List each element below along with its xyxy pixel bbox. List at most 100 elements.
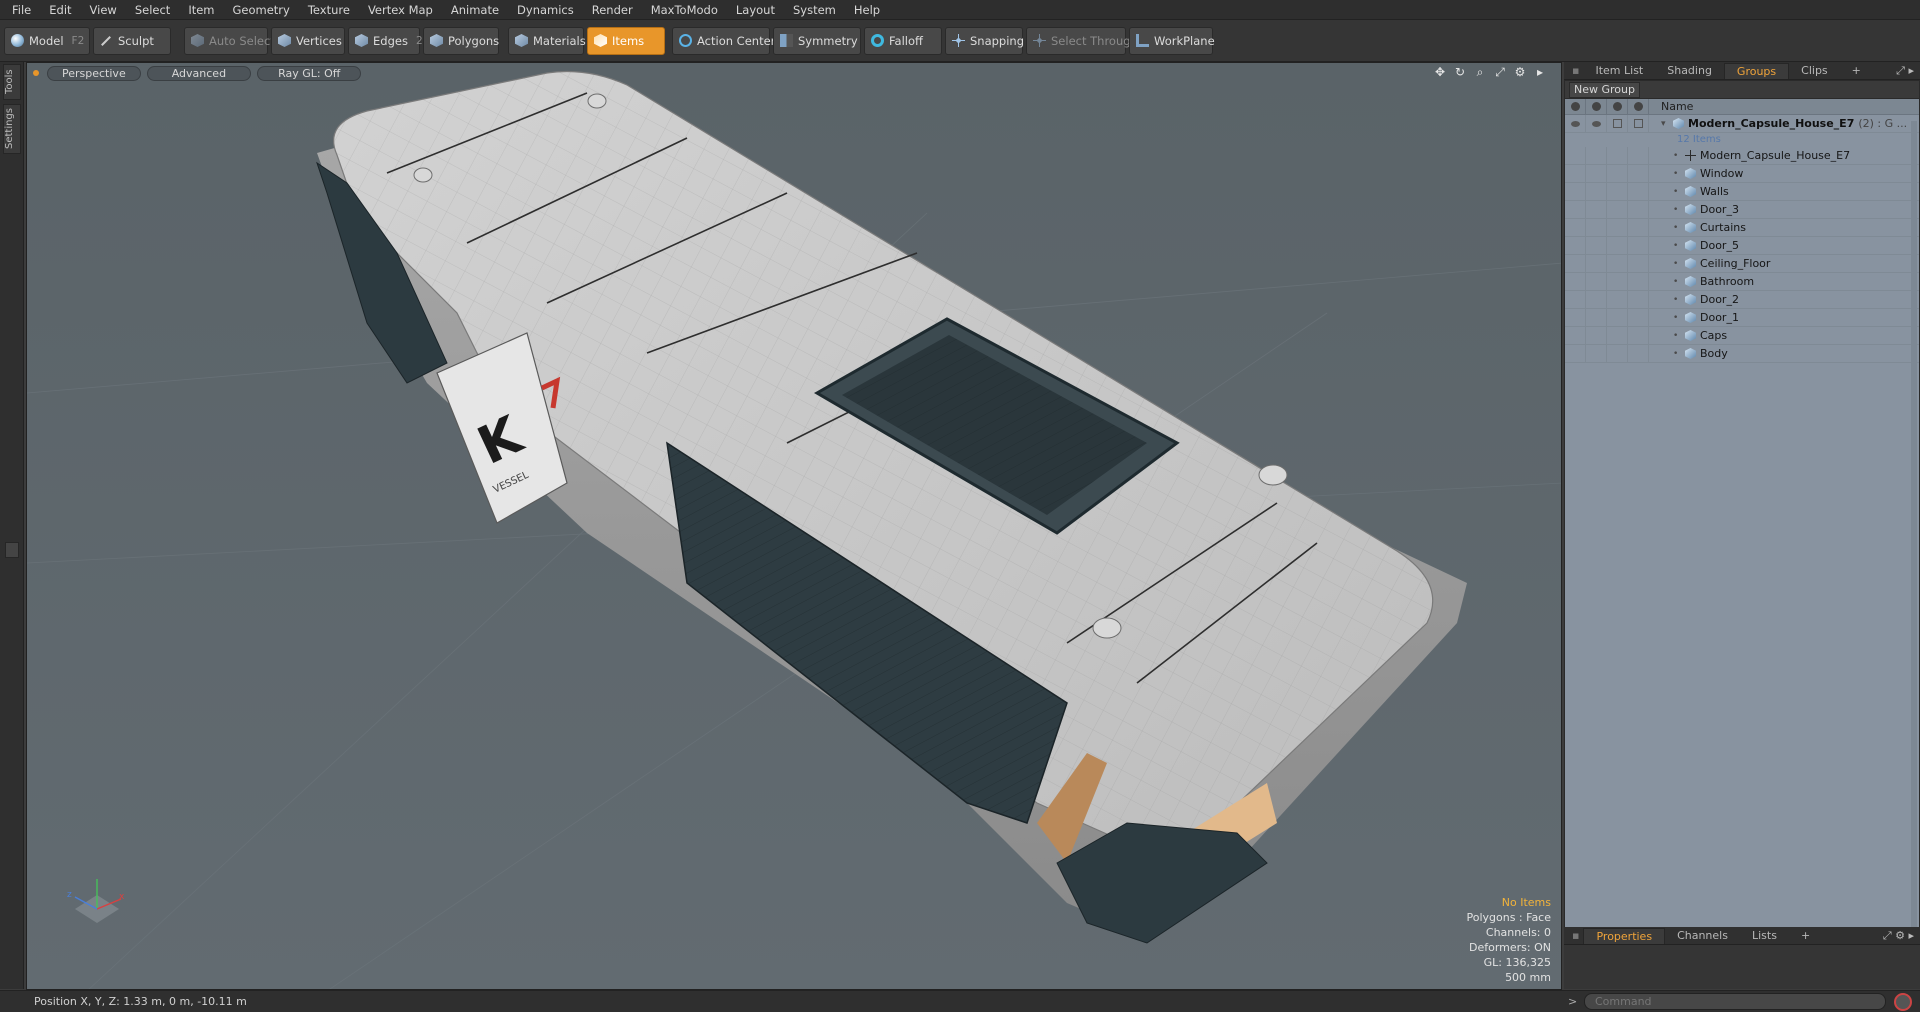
menu-render[interactable]: Render bbox=[584, 0, 643, 20]
list-item[interactable]: • Modern_Capsule_House_E7 bbox=[1565, 146, 1919, 165]
mesh-icon bbox=[1685, 348, 1696, 359]
falloff-button[interactable]: Falloff bbox=[864, 26, 942, 55]
list-item[interactable]: • Bathroom bbox=[1565, 272, 1919, 291]
settings-tab[interactable]: Settings bbox=[3, 104, 21, 154]
add-tab-icon[interactable]: + bbox=[1789, 928, 1822, 944]
visibility-column-icon[interactable] bbox=[1565, 98, 1586, 115]
lock-column-icon[interactable] bbox=[1607, 98, 1628, 115]
new-group-button[interactable]: New Group bbox=[1569, 81, 1640, 98]
list-item[interactable]: • Caps bbox=[1565, 326, 1919, 345]
list-item[interactable]: • Door_5 bbox=[1565, 236, 1919, 255]
polygons-button[interactable]: Polygons bbox=[423, 26, 499, 55]
menu-select[interactable]: Select bbox=[127, 0, 180, 20]
tab-clips[interactable]: Clips bbox=[1789, 63, 1840, 79]
render-column-icon[interactable] bbox=[1586, 98, 1607, 115]
model-mode-button[interactable]: Model F2 bbox=[4, 26, 90, 55]
menu-system[interactable]: System bbox=[785, 0, 846, 20]
bottom-tabbar: ▪ Properties Channels Lists + ⤢ ⚙ ▸ bbox=[1564, 927, 1920, 945]
tools-tab[interactable]: Tools bbox=[3, 64, 21, 100]
list-item[interactable]: • Curtains bbox=[1565, 218, 1919, 237]
roof-cap bbox=[413, 167, 433, 183]
viewport-menu-icon[interactable] bbox=[33, 70, 39, 76]
select-column-icon[interactable] bbox=[1628, 98, 1649, 115]
workplane-button[interactable]: WorkPlane bbox=[1129, 26, 1215, 55]
render-icon[interactable] bbox=[1591, 120, 1601, 127]
menu-view[interactable]: View bbox=[82, 0, 127, 20]
scene-render[interactable]: K VESSEL x z bbox=[27, 63, 1562, 990]
panel-menu-icon[interactable]: ▪ bbox=[1568, 63, 1583, 79]
tab-lists[interactable]: Lists bbox=[1740, 928, 1789, 944]
menu-maxtomodo[interactable]: MaxToModo bbox=[643, 0, 728, 20]
select-through-button[interactable]: Select Through bbox=[1026, 26, 1138, 55]
vertices-button[interactable]: Vertices 1 bbox=[271, 26, 357, 55]
list-item[interactable]: • Door_2 bbox=[1565, 290, 1919, 309]
status-bar: Position X, Y, Z: 1.33 m, 0 m, -10.11 m … bbox=[0, 990, 1920, 1012]
sculpt-mode-button[interactable]: Sculpt bbox=[93, 26, 171, 55]
menu-animate[interactable]: Animate bbox=[443, 0, 509, 20]
menu-texture[interactable]: Texture bbox=[300, 0, 360, 20]
view-mode-dropdown[interactable]: Perspective bbox=[47, 65, 141, 81]
action-center-button[interactable]: Action Center bbox=[672, 26, 775, 55]
workplane-icon bbox=[1136, 34, 1149, 47]
materials-icon bbox=[515, 34, 528, 47]
viewport-header: Perspective Advanced Ray GL: Off bbox=[27, 63, 1561, 83]
list-item[interactable]: • Door_1 bbox=[1565, 308, 1919, 327]
command-history-button[interactable] bbox=[1894, 993, 1912, 1011]
groups-scrollbar[interactable] bbox=[1911, 121, 1917, 931]
expand-icon[interactable]: ▾ bbox=[1661, 119, 1667, 129]
group-row[interactable]: ▾ Modern_Capsule_House_E7 (2) : G ... bbox=[1565, 114, 1919, 133]
list-item[interactable]: • Body bbox=[1565, 344, 1919, 363]
menu-help[interactable]: Help bbox=[846, 0, 890, 20]
3d-viewport[interactable]: K VESSEL x z Perspective Advanced Ray GL… bbox=[26, 62, 1562, 990]
zoom-icon[interactable]: ⌕ bbox=[1473, 65, 1487, 79]
mesh-icon bbox=[1685, 186, 1696, 197]
menu-vertex-map[interactable]: Vertex Map bbox=[360, 0, 443, 20]
list-item[interactable]: • Door_3 bbox=[1565, 200, 1919, 219]
vertices-icon bbox=[278, 34, 291, 47]
action-center-icon bbox=[679, 34, 692, 47]
menu-dynamics[interactable]: Dynamics bbox=[509, 0, 584, 20]
command-input[interactable] bbox=[1584, 993, 1886, 1010]
shading-dropdown[interactable]: Advanced bbox=[146, 65, 252, 81]
auto-select-button[interactable]: Auto Select bbox=[184, 26, 275, 55]
main-toolbar: Model F2 Sculpt Auto Select Vertices 1 E… bbox=[0, 20, 1920, 62]
chevron-right-icon[interactable]: ▸ bbox=[1533, 65, 1547, 79]
add-tab-icon[interactable]: + bbox=[1840, 63, 1873, 79]
menu-edit[interactable]: Edit bbox=[41, 0, 81, 20]
mesh-icon bbox=[1685, 204, 1696, 215]
bottom-panel-menu-icon[interactable]: ▪ bbox=[1568, 928, 1583, 944]
list-item[interactable]: • Ceiling_Floor bbox=[1565, 254, 1919, 273]
items-button[interactable]: Items bbox=[587, 26, 665, 55]
bottom-panel-tools-icon[interactable]: ⤢ ⚙ ▸ bbox=[1883, 928, 1920, 944]
menu-file[interactable]: File bbox=[4, 0, 41, 20]
list-item[interactable]: • Walls bbox=[1565, 182, 1919, 201]
panel-tabbar: ▪ Item List Shading Groups Clips + ⤢ ▸ bbox=[1564, 62, 1920, 80]
svg-text:z: z bbox=[67, 890, 72, 900]
menu-layout[interactable]: Layout bbox=[728, 0, 785, 20]
maximize-icon[interactable]: ⤢ bbox=[1493, 65, 1507, 79]
list-item[interactable]: • Window bbox=[1565, 164, 1919, 183]
rotate-icon[interactable]: ↻ bbox=[1453, 65, 1467, 79]
panel-maximize-icon[interactable]: ⤢ ▸ bbox=[1896, 63, 1920, 79]
name-column-header[interactable]: Name bbox=[1649, 100, 1693, 113]
pan-icon[interactable]: ✥ bbox=[1433, 65, 1447, 79]
tab-properties[interactable]: Properties bbox=[1583, 928, 1666, 944]
raygl-toggle[interactable]: Ray GL: Off bbox=[257, 65, 362, 81]
mesh-icon bbox=[1685, 258, 1696, 269]
menu-item[interactable]: Item bbox=[180, 0, 224, 20]
gear-icon[interactable]: ⚙ bbox=[1513, 65, 1527, 79]
tab-groups[interactable]: Groups bbox=[1723, 63, 1790, 79]
materials-button[interactable]: Materials bbox=[508, 26, 586, 55]
edges-button[interactable]: Edges 2 bbox=[348, 26, 423, 55]
tab-shading[interactable]: Shading bbox=[1655, 63, 1724, 79]
select-checkbox[interactable] bbox=[1633, 119, 1643, 128]
eye-icon[interactable] bbox=[1570, 120, 1580, 127]
tab-item-list[interactable]: Item List bbox=[1583, 63, 1655, 79]
tab-channels[interactable]: Channels bbox=[1665, 928, 1740, 944]
snapping-button[interactable]: Snapping bbox=[945, 26, 1024, 55]
symmetry-button[interactable]: Symmetry bbox=[773, 26, 861, 55]
strip-handle[interactable] bbox=[5, 542, 19, 558]
menu-geometry[interactable]: Geometry bbox=[225, 0, 300, 20]
mesh-icon bbox=[1685, 330, 1696, 341]
lock-checkbox[interactable] bbox=[1612, 119, 1622, 128]
